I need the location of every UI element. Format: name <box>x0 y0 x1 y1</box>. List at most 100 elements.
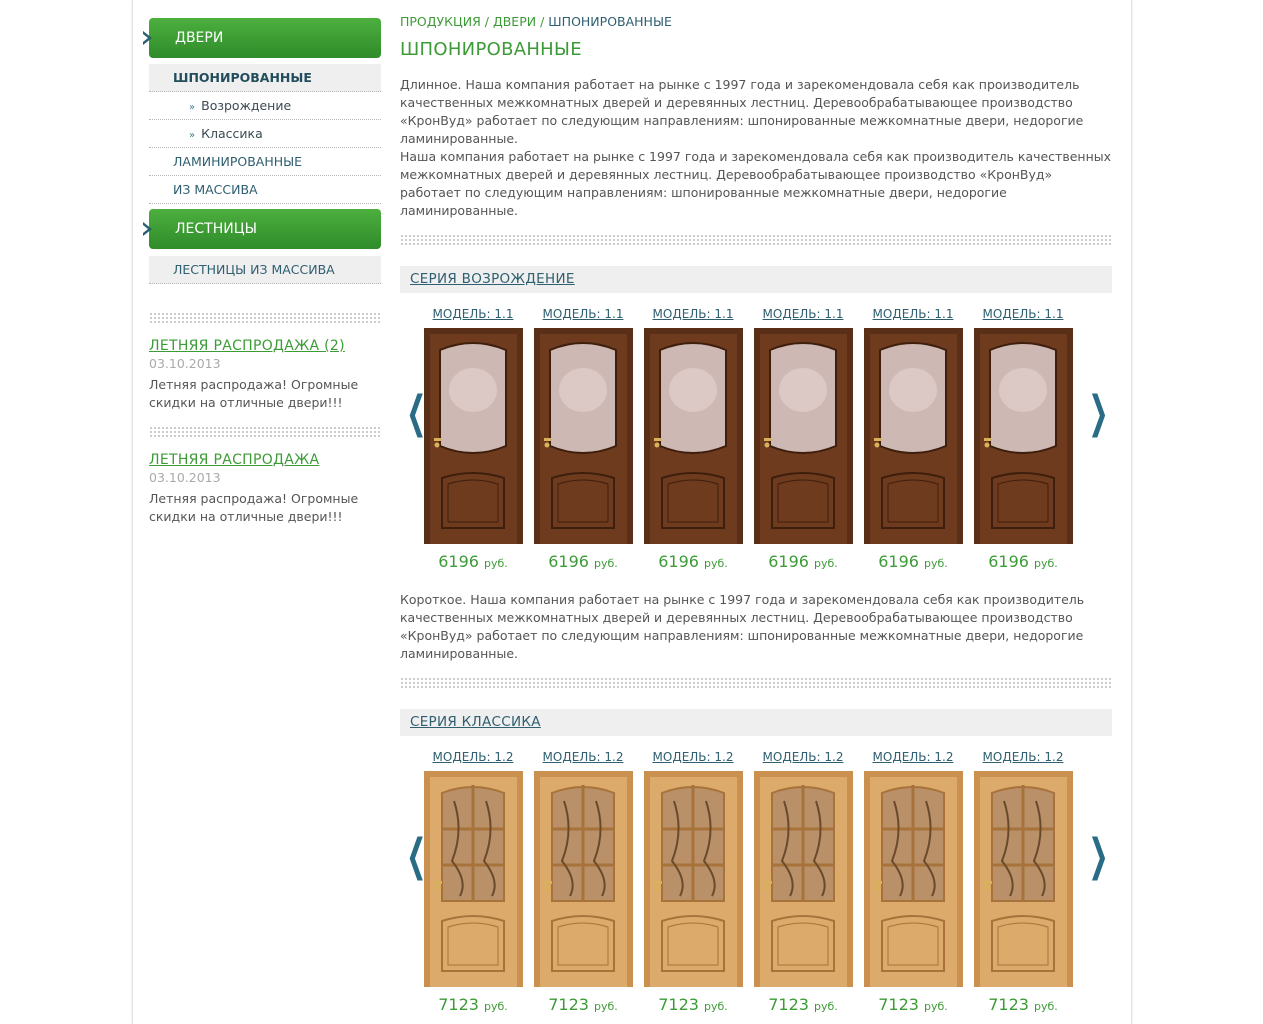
price-value: 6196 <box>548 552 589 571</box>
model-link[interactable]: МОДЕЛЬ: 1.1 <box>858 305 968 323</box>
news-item: ЛЕТНЯЯ РАСПРОДАЖА (2) 03.10.2013 Летняя … <box>149 338 381 412</box>
price-value: 7123 <box>878 995 919 1014</box>
breadcrumb-doors-link[interactable]: ДВЕРИ <box>493 14 536 29</box>
price-value: 6196 <box>988 552 1029 571</box>
price-value: 6196 <box>878 552 919 571</box>
price-currency: руб. <box>484 1000 508 1013</box>
model-link[interactable]: МОДЕЛЬ: 1.2 <box>528 748 638 766</box>
sidebar-item-vozrozhdenie[interactable]: » Возрождение <box>149 92 381 120</box>
price-currency: руб. <box>814 557 838 570</box>
model-link[interactable]: МОДЕЛЬ: 1.2 <box>748 748 858 766</box>
sidebar-item-laminated[interactable]: ЛАМИНИРОВАННЫЕ <box>149 148 381 176</box>
model-link[interactable]: МОДЕЛЬ: 1.2 <box>968 748 1078 766</box>
sidebar-item-label: Классика <box>201 126 263 141</box>
door-image[interactable] <box>643 328 743 544</box>
product-card: МОДЕЛЬ: 1.1 6196 руб. <box>748 305 858 571</box>
product-card: МОДЕЛЬ: 1.2 7123 руб. <box>858 748 968 1014</box>
price-currency: руб. <box>594 1000 618 1013</box>
series-title-link[interactable]: СЕРИЯ КЛАССИКА <box>400 709 1112 736</box>
product-card: МОДЕЛЬ: 1.1 6196 руб. <box>638 305 748 571</box>
page-container: ДВЕРИ ШПОНИРОВАННЫЕ » Возрождение » Класси… <box>132 0 1132 1024</box>
product-price: 6196 руб. <box>638 552 748 571</box>
category-doors-button[interactable]: ДВЕРИ <box>143 18 381 58</box>
bullet-arrow-icon: » <box>189 130 196 141</box>
category-stairs-label: ЛЕСТНИЦЫ <box>175 221 257 237</box>
product-price: 7123 руб. <box>528 995 638 1014</box>
door-image[interactable] <box>753 328 853 544</box>
model-link[interactable]: МОДЕЛЬ: 1.1 <box>528 305 638 323</box>
sidebar-item-stairs-solid[interactable]: ЛЕСТНИЦЫ ИЗ МАССИВА <box>149 256 381 284</box>
product-carousel: ❮ ❯ МОДЕЛЬ: 1.2 7123 руб. МОДЕЛЬ: 1.2 7123 … <box>400 748 1112 1018</box>
category-stairs-button[interactable]: ЛЕСТНИЦЫ <box>143 209 381 249</box>
price-currency: руб. <box>814 1000 838 1013</box>
sidebar-item-solid[interactable]: ИЗ МАССИВА <box>149 176 381 204</box>
series-title-link[interactable]: СЕРИЯ ВОЗРОЖДЕНИЕ <box>400 266 1112 293</box>
news-date: 03.10.2013 <box>149 356 221 371</box>
model-link[interactable]: МОДЕЛЬ: 1.2 <box>858 748 968 766</box>
price-value: 7123 <box>548 995 589 1014</box>
product-price: 6196 руб. <box>858 552 968 571</box>
door-image[interactable] <box>423 771 523 987</box>
sidebar-item-klassika[interactable]: » Классика <box>149 120 381 148</box>
stairs-submenu: ЛЕСТНИЦЫ ИЗ МАССИВА <box>149 256 381 284</box>
news-title-link[interactable]: ЛЕТНЯЯ РАСПРОДАЖА <box>149 452 381 468</box>
price-currency: руб. <box>1034 1000 1058 1013</box>
door-image[interactable] <box>423 328 523 544</box>
bullet-arrow-icon: » <box>189 102 196 113</box>
price-currency: руб. <box>1034 557 1058 570</box>
model-link[interactable]: МОДЕЛЬ: 1.1 <box>638 305 748 323</box>
door-image[interactable] <box>753 771 853 987</box>
model-link[interactable]: МОДЕЛЬ: 1.2 <box>638 748 748 766</box>
price-value: 7123 <box>768 995 809 1014</box>
product-price: 6196 руб. <box>528 552 638 571</box>
category-doors-label: ДВЕРИ <box>175 30 224 46</box>
active-marker-icon <box>143 222 152 236</box>
news-item: ЛЕТНЯЯ РАСПРОДАЖА 03.10.2013 Летняя расп… <box>149 452 381 526</box>
active-marker-icon <box>143 31 152 45</box>
door-image[interactable] <box>533 328 633 544</box>
door-image[interactable] <box>973 328 1073 544</box>
breadcrumb-products-link[interactable]: ПРОДУКЦИЯ <box>400 14 481 29</box>
product-card: МОДЕЛЬ: 1.2 7123 руб. <box>418 748 528 1014</box>
product-card: МОДЕЛЬ: 1.2 7123 руб. <box>968 748 1078 1014</box>
price-currency: руб. <box>484 557 508 570</box>
breadcrumb-current: ШПОНИРОВАННЫЕ <box>548 14 672 29</box>
product-card: МОДЕЛЬ: 1.2 7123 руб. <box>528 748 638 1014</box>
breadcrumb-separator: / <box>484 14 489 29</box>
news-title-link[interactable]: ЛЕТНЯЯ РАСПРОДАЖА (2) <box>149 338 381 354</box>
dotted-divider <box>149 426 381 438</box>
model-link[interactable]: МОДЕЛЬ: 1.1 <box>418 305 528 323</box>
door-image[interactable] <box>973 771 1073 987</box>
news-text: Летняя распродажа! Огромные скидки на от… <box>149 377 359 410</box>
sidebar-item-veneer[interactable]: ШПОНИРОВАННЫЕ <box>149 64 381 92</box>
chevron-right-icon[interactable]: ❯ <box>1088 391 1108 435</box>
main-content: ПРОДУКЦИЯ / ДВЕРИ / ШПОНИРОВАННЫЕ ШПОНИР… <box>400 14 1112 1018</box>
category-description: Длинное. Наша компания работает на рынке… <box>400 77 1112 218</box>
price-currency: руб. <box>704 1000 728 1013</box>
dotted-divider <box>400 234 1112 246</box>
door-image[interactable] <box>863 771 963 987</box>
price-value: 7123 <box>438 995 479 1014</box>
door-image[interactable] <box>643 771 743 987</box>
product-card: МОДЕЛЬ: 1.1 6196 руб. <box>968 305 1078 571</box>
product-price: 6196 руб. <box>418 552 528 571</box>
price-currency: руб. <box>924 1000 948 1013</box>
model-link[interactable]: МОДЕЛЬ: 1.2 <box>418 748 528 766</box>
sidebar-item-label: Возрождение <box>201 98 292 113</box>
price-value: 6196 <box>768 552 809 571</box>
chevron-right-icon[interactable]: ❯ <box>1088 834 1108 878</box>
product-price: 7123 руб. <box>418 995 528 1014</box>
model-link[interactable]: МОДЕЛЬ: 1.1 <box>748 305 858 323</box>
product-price: 7123 руб. <box>638 995 748 1014</box>
news-text: Летняя распродажа! Огромные скидки на от… <box>149 491 359 524</box>
product-card: МОДЕЛЬ: 1.2 7123 руб. <box>638 748 748 1014</box>
product-card: МОДЕЛЬ: 1.1 6196 руб. <box>418 305 528 571</box>
door-image[interactable] <box>863 328 963 544</box>
product-price: 6196 руб. <box>748 552 858 571</box>
model-link[interactable]: МОДЕЛЬ: 1.1 <box>968 305 1078 323</box>
product-price: 7123 руб. <box>968 995 1078 1014</box>
door-image[interactable] <box>533 771 633 987</box>
product-card: МОДЕЛЬ: 1.2 7123 руб. <box>748 748 858 1014</box>
price-value: 7123 <box>658 995 699 1014</box>
product-price: 7123 руб. <box>748 995 858 1014</box>
